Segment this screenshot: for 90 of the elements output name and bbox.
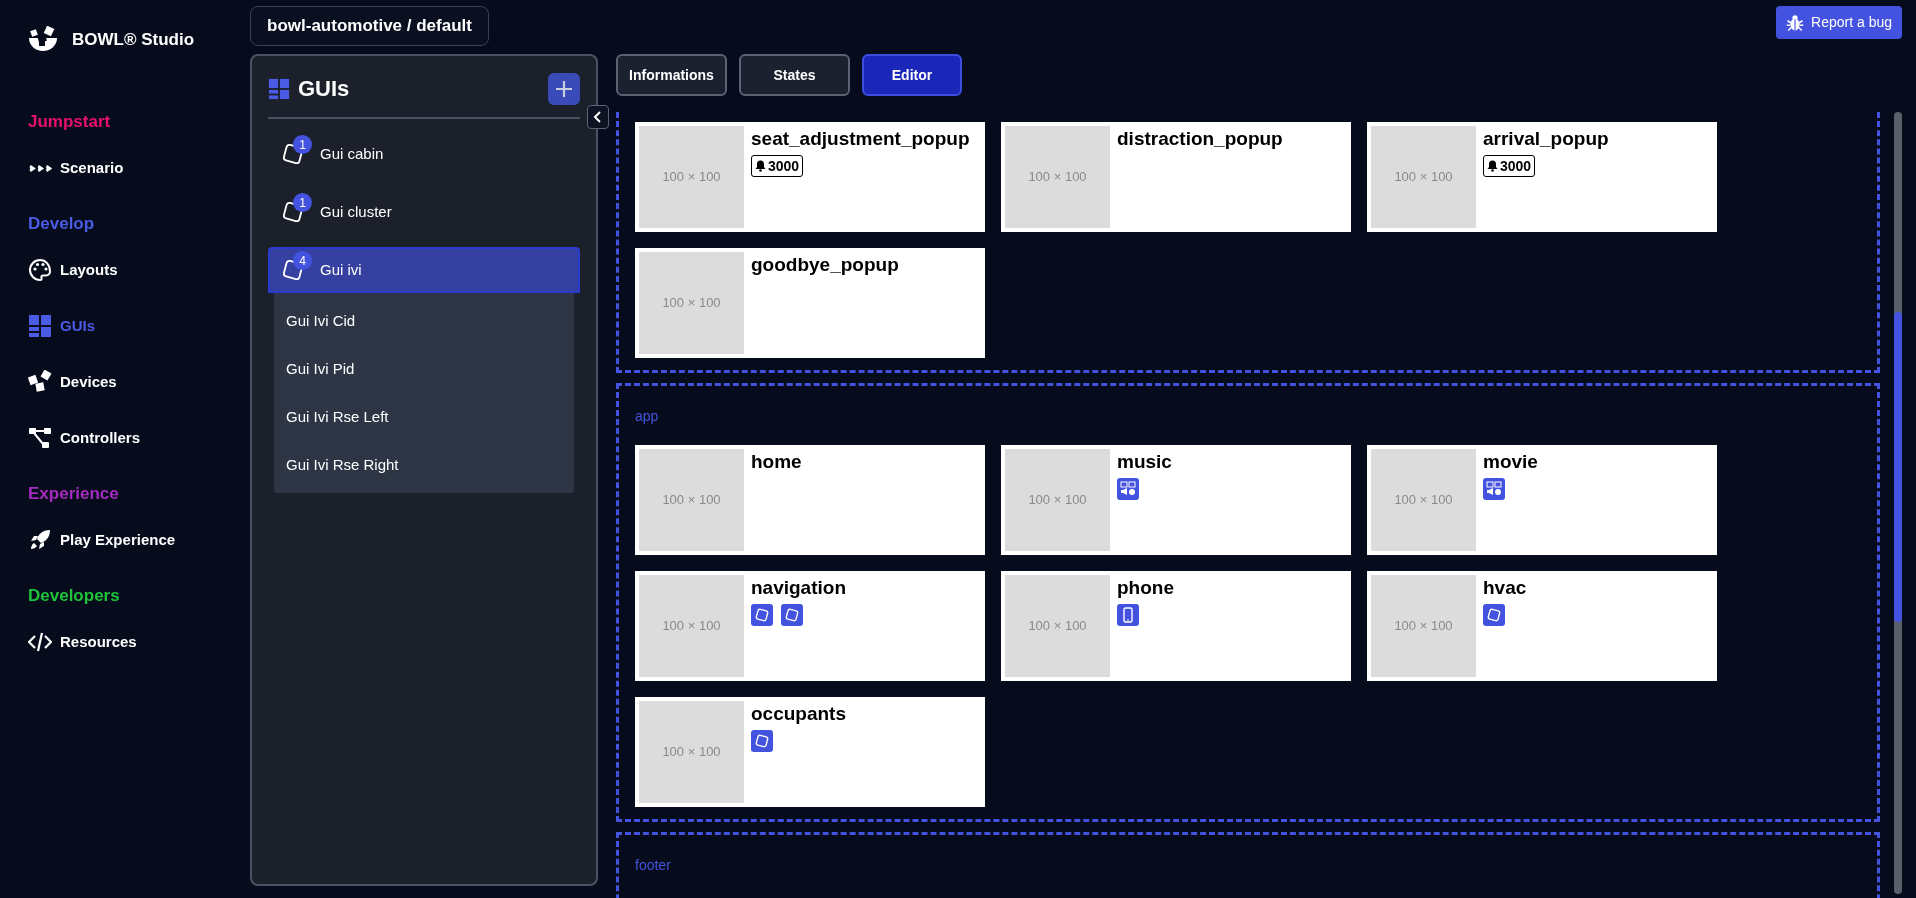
scrollbar-thumb[interactable]: [1894, 312, 1902, 622]
bug-icon: [1786, 13, 1805, 32]
count-badge: 4: [293, 251, 312, 270]
scrollbar[interactable]: [1894, 112, 1902, 894]
breadcrumb: bowl-automotive / default: [250, 6, 489, 46]
image-placeholder: 100 × 100: [639, 126, 744, 228]
image-placeholder: 100 × 100: [639, 575, 744, 677]
card-title: distraction_popup: [1117, 128, 1283, 150]
tilted-square-icon: [751, 730, 773, 752]
chevron-left-icon: [593, 111, 603, 123]
plus-icon: [555, 79, 573, 98]
image-placeholder: 100 × 100: [1005, 449, 1110, 551]
card-title: home: [751, 451, 802, 473]
phone-icon: [1117, 604, 1139, 626]
code-icon: [28, 630, 52, 654]
bell-icon: [1487, 160, 1498, 172]
gui-card[interactable]: 100 × 100 occupants: [635, 697, 985, 807]
nav-link[interactable]: Devices: [28, 370, 117, 394]
report-bug-button[interactable]: Report a bug: [1776, 6, 1902, 39]
card-title: music: [1117, 451, 1172, 473]
gui-card[interactable]: 100 × 100 seat_adjustment_popup 3000: [635, 122, 985, 232]
gui-card[interactable]: 100 × 100 hvac: [1367, 571, 1717, 681]
tilted-square-icon: [1483, 604, 1505, 626]
collapse-button[interactable]: [587, 105, 609, 129]
gui-card[interactable]: 100 × 100 home: [635, 445, 985, 555]
image-placeholder: 100 × 100: [1371, 126, 1476, 228]
logo-icon: [28, 26, 58, 54]
image-placeholder: 100 × 100: [639, 252, 744, 354]
panel-title: GUIs: [298, 75, 350, 103]
image-placeholder: 100 × 100: [639, 701, 744, 803]
gui-card[interactable]: 100 × 100 distraction_popup: [1001, 122, 1351, 232]
media-icon: [1483, 478, 1505, 500]
network-icon: [28, 426, 52, 450]
badge-count: 3000: [768, 156, 800, 176]
count-badge: 1: [293, 193, 312, 212]
card-title: occupants: [751, 703, 847, 725]
nav-link[interactable]: Scenario: [28, 156, 124, 180]
tilted-square-icon: [781, 604, 803, 626]
gui-card[interactable]: 100 × 100 phone: [1001, 571, 1351, 681]
card-title: movie: [1483, 451, 1538, 473]
tilted-square-icon: [751, 604, 773, 626]
card-title: seat_adjustment_popup: [751, 128, 970, 150]
grid-icon: [268, 77, 290, 100]
section-label: app: [635, 407, 659, 426]
card-title: arrival_popup: [1483, 128, 1609, 150]
image-placeholder: 100 × 100: [1005, 575, 1110, 677]
gui-item[interactable]: 1 Gui cabin: [268, 131, 580, 177]
image-placeholder: 100 × 100: [1005, 126, 1110, 228]
media-icon: [1117, 478, 1139, 500]
section-heading: Jumpstart: [28, 111, 111, 133]
gui-card[interactable]: 100 × 100 goodbye_popup: [635, 248, 985, 358]
gui-card[interactable]: 100 × 100 movie: [1367, 445, 1717, 555]
cubes-icon: [28, 370, 52, 394]
gui-card[interactable]: 100 × 100 arrival_popup 3000: [1367, 122, 1717, 232]
gui-card[interactable]: 100 × 100 music: [1001, 445, 1351, 555]
palette-icon: [28, 258, 52, 282]
count-badge: 1: [293, 135, 312, 154]
sub-item[interactable]: Gui Ivi Rse Right: [274, 441, 574, 489]
bell-icon: [755, 160, 766, 172]
nav-link[interactable]: Controllers: [28, 426, 140, 450]
gui-card[interactable]: 100 × 100 navigation: [635, 571, 985, 681]
nav-link[interactable]: GUIs: [28, 314, 95, 338]
sub-item[interactable]: Gui Ivi Rse Left: [274, 393, 574, 441]
image-placeholder: 100 × 100: [639, 449, 744, 551]
badge-count: 3000: [1500, 156, 1532, 176]
image-placeholder: 100 × 100: [1371, 449, 1476, 551]
tab[interactable]: Editor: [862, 54, 962, 96]
sub-item[interactable]: Gui Ivi Cid: [274, 297, 574, 345]
section-heading: Developers: [28, 585, 120, 607]
nav-link[interactable]: Layouts: [28, 258, 118, 282]
rocket-icon: [28, 528, 52, 552]
card-title: phone: [1117, 577, 1174, 599]
card-title: goodbye_popup: [751, 254, 899, 276]
gui-item[interactable]: 1 Gui cluster: [268, 189, 580, 235]
image-placeholder: 100 × 100: [1371, 575, 1476, 677]
tab[interactable]: Informations: [616, 54, 727, 96]
card-title: navigation: [751, 577, 846, 599]
grid-icon: [28, 314, 52, 338]
nav-link[interactable]: Resources: [28, 630, 137, 654]
section-label: footer: [635, 856, 671, 875]
tab[interactable]: States: [739, 54, 850, 96]
card-title: hvac: [1483, 577, 1527, 599]
arrows-icon: [28, 164, 52, 172]
nav-link[interactable]: Play Experience: [28, 528, 176, 552]
sub-item[interactable]: Gui Ivi Pid: [274, 345, 574, 393]
section-heading: Develop: [28, 213, 95, 235]
section-heading: Experience: [28, 483, 119, 505]
gui-item[interactable]: 4 Gui ivi: [268, 247, 580, 293]
add-button[interactable]: [548, 72, 580, 105]
brand-name: BOWL® Studio: [72, 29, 195, 52]
